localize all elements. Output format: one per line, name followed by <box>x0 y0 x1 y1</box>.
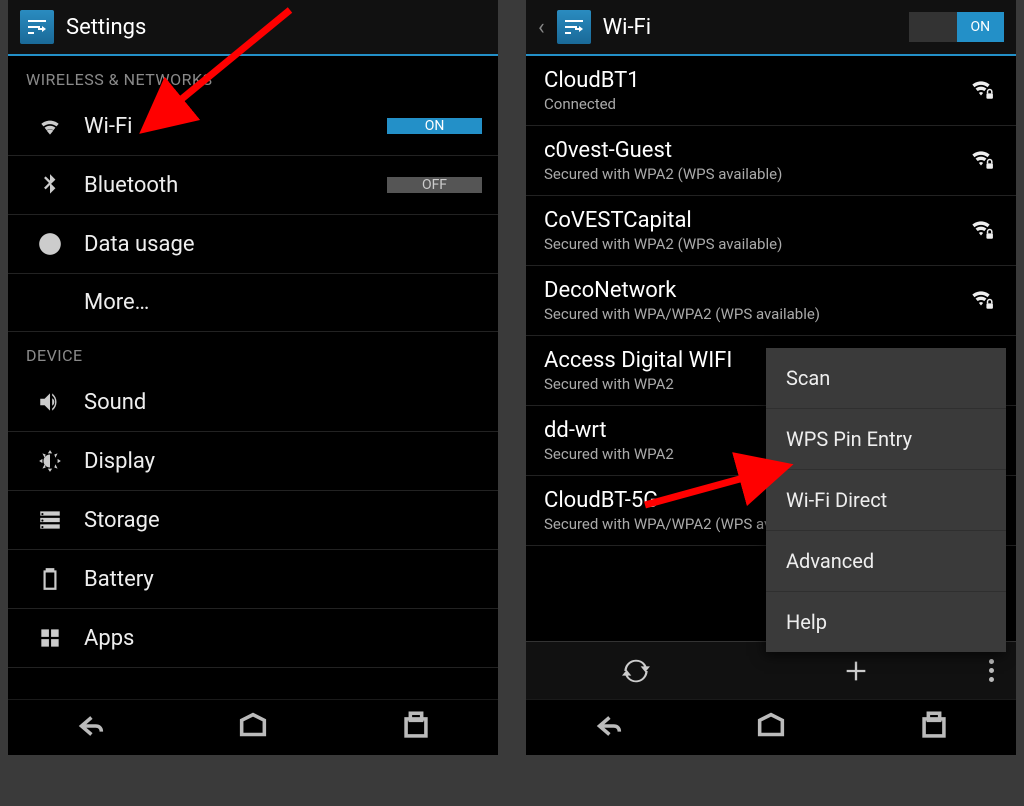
nav-home-button[interactable] <box>754 709 788 747</box>
display-icon <box>36 448 64 474</box>
network-item[interactable]: c0vest-Guest Secured with WPA2 (WPS avail… <box>526 126 1016 196</box>
label: Display <box>84 449 482 474</box>
label: Bluetooth <box>84 173 367 198</box>
wifi-toggle[interactable]: ON <box>387 118 482 134</box>
network-item[interactable]: CoVESTCapital Secured with WPA2 (WPS avai… <box>526 196 1016 266</box>
menu-advanced[interactable]: Advanced <box>766 531 1006 592</box>
toggle-on: ON <box>957 12 1005 42</box>
bluetooth-toggle[interactable]: OFF <box>387 177 482 193</box>
settings-item-wifi[interactable]: Wi-Fi ON <box>8 97 498 156</box>
overflow-menu: Scan WPS Pin Entry Wi-Fi Direct Advanced… <box>766 348 1006 652</box>
network-status: Connected <box>544 95 968 113</box>
settings-item-apps[interactable]: Apps <box>8 609 498 668</box>
header: Settings <box>8 0 498 56</box>
wifi-signal-icon <box>968 76 998 106</box>
menu-help[interactable]: Help <box>766 592 1006 652</box>
section-device: DEVICE <box>8 332 498 373</box>
label: Storage <box>84 508 482 533</box>
wifi-signal-icon <box>968 216 998 246</box>
back-caret-icon[interactable]: ‹ <box>538 15 545 40</box>
network-status: Secured with WPA/WPA2 (WPS available) <box>544 305 968 323</box>
battery-icon <box>36 566 64 592</box>
nav-back-button[interactable] <box>73 709 107 747</box>
nav-recent-button[interactable] <box>399 709 433 747</box>
toggle-on: ON <box>387 118 482 134</box>
apps-icon <box>36 625 64 651</box>
storage-icon <box>36 507 64 533</box>
nav-bar <box>8 699 498 755</box>
network-status: Secured with WPA2 (WPS available) <box>544 165 968 183</box>
settings-screen: Settings WIRELESS & NETWORKS Wi-Fi ON Bl… <box>8 0 498 755</box>
network-ssid: CoVESTCapital <box>544 208 968 233</box>
label: Sound <box>84 390 482 415</box>
toggle-off <box>909 12 957 42</box>
settings-item-more[interactable]: More… <box>8 274 498 332</box>
label: Battery <box>84 567 482 592</box>
network-ssid: CloudBT1 <box>544 68 968 93</box>
section-wireless-networks: WIRELESS & NETWORKS <box>8 56 498 97</box>
network-item[interactable]: CloudBT1 Connected <box>526 56 1016 126</box>
label: Data usage <box>84 232 482 257</box>
wifi-master-toggle[interactable]: ON <box>909 12 1004 42</box>
page-title: Settings <box>66 15 486 40</box>
nav-back-button[interactable] <box>591 709 625 747</box>
page-title: Wi-Fi <box>603 15 897 40</box>
menu-wifi-direct[interactable]: Wi-Fi Direct <box>766 470 1006 531</box>
network-status: Secured with WPA2 (WPS available) <box>544 235 968 253</box>
settings-item-battery[interactable]: Battery <box>8 550 498 609</box>
label: Wi-Fi <box>84 114 367 139</box>
label: More… <box>84 290 482 315</box>
settings-item-sound[interactable]: Sound <box>8 373 498 432</box>
settings-item-bluetooth[interactable]: Bluetooth OFF <box>8 156 498 215</box>
network-ssid: DecoNetwork <box>544 278 968 303</box>
nav-recent-button[interactable] <box>917 709 951 747</box>
toggle-off: OFF <box>387 177 482 193</box>
menu-scan[interactable]: Scan <box>766 348 1006 409</box>
settings-item-storage[interactable]: Storage <box>8 491 498 550</box>
header: ‹ Wi-Fi ON <box>526 0 1016 56</box>
wifi-signal-icon <box>968 286 998 316</box>
sound-icon <box>36 389 64 415</box>
refresh-button[interactable] <box>526 642 746 699</box>
data-usage-icon <box>36 231 64 257</box>
settings-item-data-usage[interactable]: Data usage <box>8 215 498 274</box>
nav-bar <box>526 699 1016 755</box>
settings-app-icon <box>20 10 54 44</box>
nav-home-button[interactable] <box>236 709 270 747</box>
menu-wps-pin[interactable]: WPS Pin Entry <box>766 409 1006 470</box>
wifi-icon <box>36 113 64 139</box>
network-item[interactable]: DecoNetwork Secured with WPA/WPA2 (WPS av… <box>526 266 1016 336</box>
label: Apps <box>84 626 482 651</box>
wifi-screen: ‹ Wi-Fi ON CloudBT1 Connected c0vest-Guest… <box>526 0 1016 755</box>
network-ssid: c0vest-Guest <box>544 138 968 163</box>
settings-app-icon <box>557 10 591 44</box>
bluetooth-icon <box>36 172 64 198</box>
settings-item-display[interactable]: Display <box>8 432 498 491</box>
wifi-signal-icon <box>968 146 998 176</box>
